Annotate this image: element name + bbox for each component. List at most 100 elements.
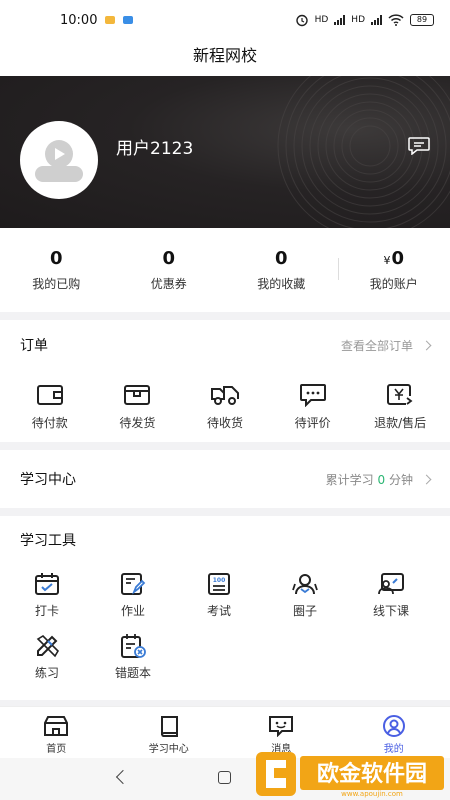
network-label: HD (351, 15, 365, 25)
tool-label: 考试 (206, 604, 231, 618)
order-refund[interactable]: 退款/售后 (356, 370, 444, 431)
order-label: 待付款 (31, 416, 68, 430)
tool-mistake-book[interactable]: 错题本 (90, 626, 176, 688)
orders-header: 订单 查看全部订单 (0, 320, 450, 370)
status-time: 10:00 (60, 12, 98, 28)
profile-icon (382, 715, 405, 737)
stat-value: 0 (162, 248, 176, 269)
stat-account[interactable]: ¥0 我的账户 (337, 228, 450, 312)
stat-label: 我的收藏 (257, 277, 306, 291)
currency-symbol: ¥ (383, 254, 391, 267)
stat-favorites[interactable]: 0 我的收藏 (225, 228, 338, 312)
svg-text:100: 100 (213, 577, 226, 584)
status-bar: 10:00 HD HD 89 (0, 0, 450, 40)
signal-icon (371, 15, 382, 25)
tool-label: 练习 (34, 666, 59, 680)
back-icon[interactable] (115, 769, 131, 785)
tool-label: 圈子 (292, 604, 317, 618)
tools-title: 学习工具 (20, 533, 76, 549)
message-icon[interactable] (408, 137, 430, 155)
study-minutes: 0 (377, 472, 386, 487)
username[interactable]: 用户2123 (116, 134, 193, 159)
stat-value: 0 (274, 248, 288, 269)
wallet-icon (36, 385, 63, 405)
study-time-suffix: 分钟 (388, 472, 413, 487)
tool-homework[interactable]: 作业 (90, 564, 176, 626)
order-label: 待评价 (294, 416, 331, 430)
order-label: 待发货 (119, 416, 156, 430)
status-indicators: HD HD 89 (295, 13, 434, 27)
orders-title: 订单 (20, 338, 48, 354)
stats-row: 0 我的已购 0 优惠券 0 我的收藏 ¥0 我的账户 (0, 228, 450, 312)
watermark-logo: 欧金软件园 www.apoujin.com (256, 752, 444, 798)
study-center-title: 学习中心 (20, 472, 76, 488)
battery-icon: 89 (410, 14, 434, 26)
nav-label: 学习中心 (148, 744, 189, 755)
view-all-orders-label: 查看全部订单 (340, 338, 413, 353)
calendar-check-icon (35, 573, 59, 595)
truck-icon (210, 386, 239, 405)
box-icon (124, 385, 151, 405)
order-label: 退款/售后 (374, 416, 427, 430)
tool-group[interactable]: 圈子 (262, 564, 348, 626)
default-avatar-icon (35, 140, 83, 182)
network-label: HD (314, 15, 329, 25)
practice-icon (36, 634, 60, 658)
homework-icon (121, 573, 146, 595)
message-icon (269, 716, 294, 737)
nav-label: 首页 (46, 744, 67, 755)
avatar[interactable] (20, 121, 98, 199)
nav-home[interactable]: 首页 (0, 707, 113, 758)
alarm-icon (295, 14, 308, 27)
stat-label: 优惠券 (150, 277, 187, 291)
tool-checkin[interactable]: 打卡 (4, 564, 90, 626)
signal-icon (334, 15, 346, 25)
study-center-card[interactable]: 学习中心 累计学习 0 分钟 (0, 450, 450, 508)
study-time-link[interactable]: 累计学习 0 分钟 (325, 471, 432, 488)
stat-purchased[interactable]: 0 我的已购 (0, 228, 113, 312)
mistake-book-icon (121, 634, 146, 658)
profile-header: 用户2123 (0, 76, 450, 228)
divider (337, 258, 339, 280)
home-button-icon[interactable] (218, 771, 231, 784)
tools-grid: 打卡 作业 100 考试 圈子 线下课 练习 错题本 (0, 564, 450, 688)
page-title: 新程网校 (0, 40, 450, 76)
order-pending-payment[interactable]: 待付款 (6, 370, 94, 431)
order-label: 待收货 (206, 416, 243, 430)
study-tools-card: 学习工具 打卡 作业 100 考试 圈子 线下课 练习 错题本 (0, 516, 450, 700)
watermark-text: 欧金软件园 (317, 761, 427, 787)
exam-icon: 100 (208, 573, 230, 595)
order-pending-receipt[interactable]: 待收货 (181, 370, 269, 431)
tool-label: 错题本 (114, 666, 151, 680)
refund-icon (387, 384, 413, 405)
tool-offline-class[interactable]: 线下课 (348, 564, 434, 626)
stat-value: ¥0 (338, 248, 450, 269)
notification-icons (105, 16, 134, 24)
wifi-icon (388, 14, 404, 26)
book-icon (160, 716, 178, 737)
chevron-right-icon (421, 474, 432, 484)
stat-coupons[interactable]: 0 优惠券 (113, 228, 226, 312)
order-pending-review[interactable]: 待评价 (269, 370, 357, 431)
chevron-right-icon (421, 340, 432, 350)
tool-practice[interactable]: 练习 (4, 626, 90, 688)
comment-icon (299, 384, 326, 407)
nav-study-center[interactable]: 学习中心 (113, 707, 226, 758)
offline-class-icon (378, 573, 404, 595)
stat-label: 我的账户 (369, 277, 418, 291)
tool-label: 线下课 (372, 604, 409, 618)
order-status-row: 待付款 待发货 待收货 待评价 退款/售后 (0, 370, 450, 431)
tool-exam[interactable]: 100 考试 (176, 564, 262, 626)
home-icon (44, 716, 69, 736)
watermark-url: www.apoujin.com (341, 790, 403, 798)
study-center-header: 学习中心 累计学习 0 分钟 (0, 450, 450, 508)
order-pending-shipment[interactable]: 待发货 (94, 370, 182, 431)
notification-icon (123, 16, 134, 24)
stat-value: 0 (49, 248, 63, 269)
study-time-prefix: 累计学习 (325, 472, 374, 487)
stat-label: 我的已购 (32, 277, 81, 291)
battery-level: 89 (416, 15, 428, 24)
tool-label: 打卡 (34, 604, 59, 618)
notification-icon (105, 16, 116, 24)
view-all-orders-link[interactable]: 查看全部订单 (340, 337, 432, 354)
